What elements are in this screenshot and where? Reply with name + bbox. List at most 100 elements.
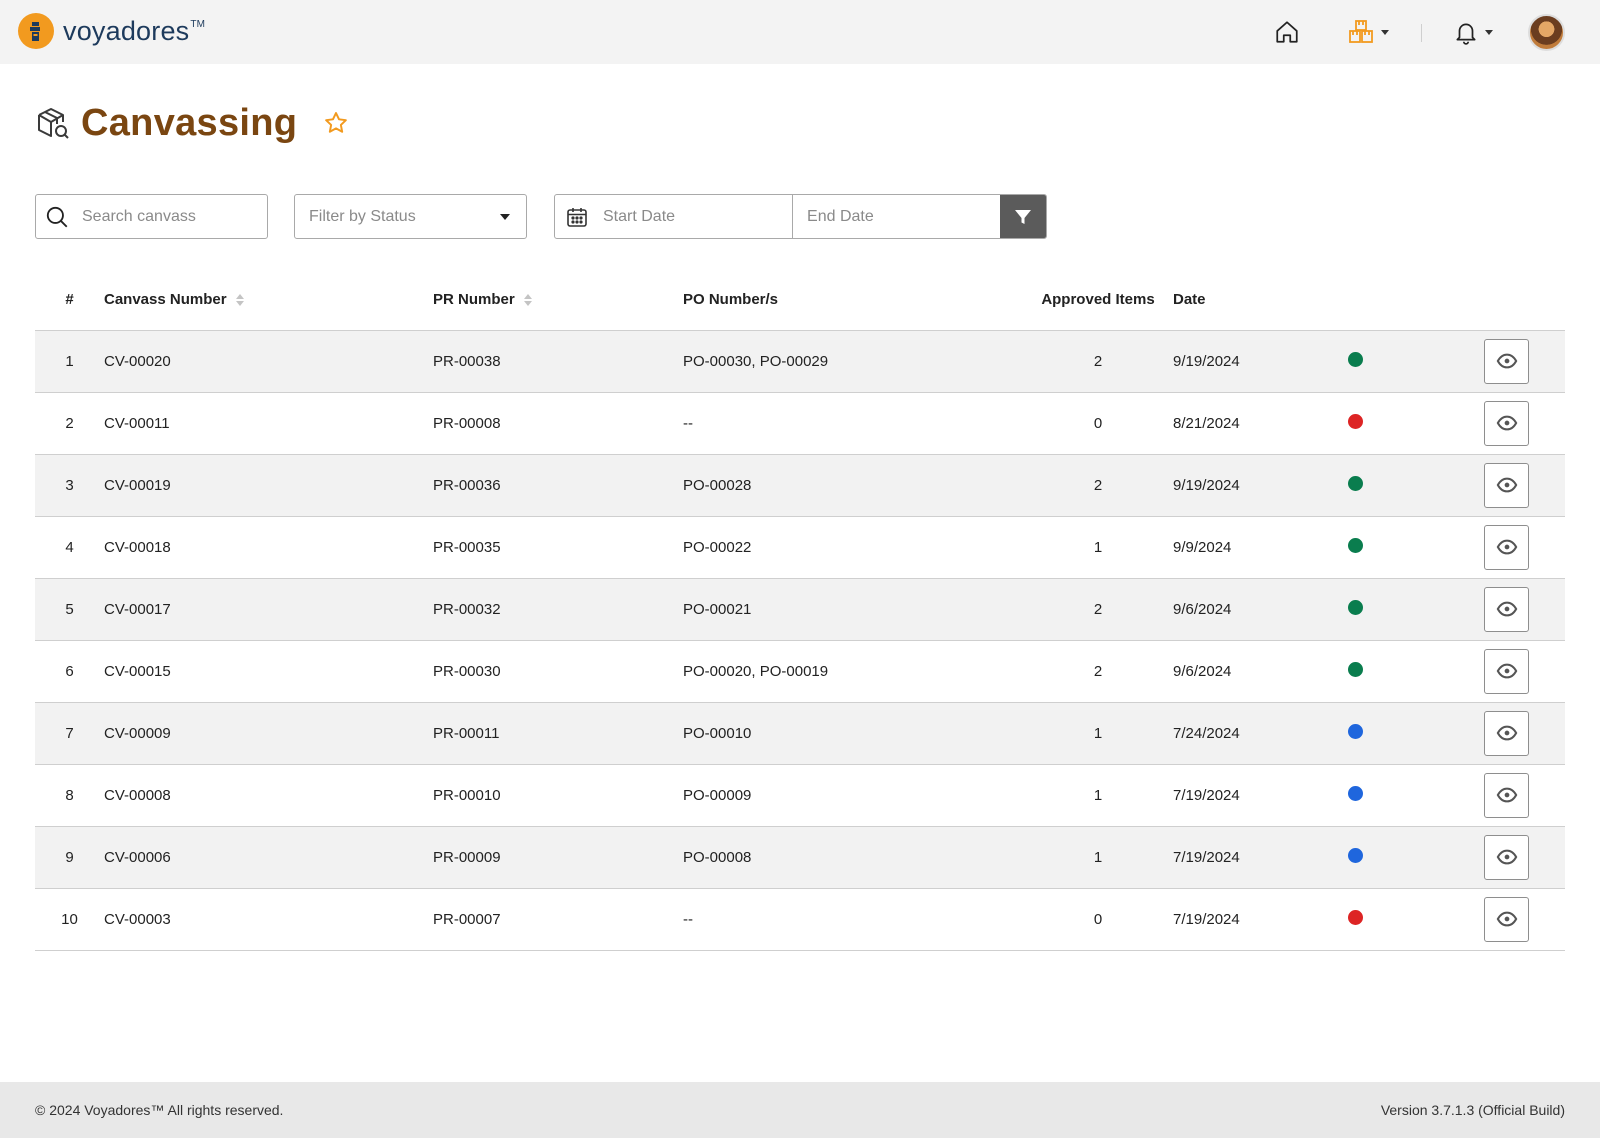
end-date-input[interactable] (807, 207, 988, 226)
eye-icon (1496, 415, 1517, 431)
view-button[interactable] (1484, 896, 1529, 942)
page-footer: © 2024 Voyadores™ All rights reserved. V… (0, 1082, 1600, 1138)
eye-icon (1496, 787, 1517, 803)
status-dot (1348, 661, 1363, 677)
user-avatar[interactable] (1528, 14, 1565, 51)
po-numbers: PO-00009 (683, 764, 1023, 827)
header-pr-number[interactable]: PR Number (433, 270, 683, 331)
row-number: 10 (35, 888, 104, 951)
table-row[interactable]: 5 CV-00017 PR-00032 PO-00021 2 9/6/2024 (35, 578, 1565, 641)
calendar-icon[interactable] (565, 205, 589, 229)
header-canvass-number[interactable]: Canvass Number (104, 270, 433, 331)
approved-items: 2 (1023, 330, 1173, 393)
status-dot (1348, 847, 1363, 863)
status-dot (1348, 351, 1363, 367)
eye-icon (1496, 911, 1517, 927)
approved-items: 2 (1023, 640, 1173, 703)
eye-icon (1496, 663, 1517, 679)
po-numbers: PO-00028 (683, 454, 1023, 517)
voyadores-logo-icon[interactable] (18, 13, 54, 49)
status-cell (1348, 702, 1460, 765)
table-row[interactable]: 10 CV-00003 PR-00007 -- 0 7/19/2024 (35, 888, 1565, 951)
status-cell (1348, 578, 1460, 641)
row-number: 3 (35, 454, 104, 517)
home-button[interactable] (1270, 16, 1304, 48)
po-numbers: -- (683, 888, 1023, 951)
table-row[interactable]: 3 CV-00019 PR-00036 PO-00028 2 9/19/2024 (35, 454, 1565, 517)
canvass-number: CV-00006 (104, 826, 433, 889)
canvass-date: 9/19/2024 (1173, 454, 1353, 517)
table-row[interactable]: 4 CV-00018 PR-00035 PO-00022 1 9/9/2024 (35, 516, 1565, 579)
search-field[interactable] (35, 194, 268, 239)
eye-icon (1496, 601, 1517, 617)
action-cell (1460, 578, 1565, 641)
page-title: Canvassing (81, 101, 298, 144)
favorite-star-icon[interactable] (323, 110, 349, 136)
status-dot (1348, 909, 1363, 925)
table-body: 1 CV-00020 PR-00038 PO-00030, PO-00029 2 9/19… (35, 330, 1565, 951)
row-number: 2 (35, 392, 104, 455)
start-date-field[interactable] (555, 195, 794, 238)
chevron-down-icon (1485, 29, 1493, 35)
box-search-icon (38, 108, 69, 139)
inventory-menu-button[interactable] (1343, 16, 1393, 48)
canvass-date: 8/21/2024 (1173, 392, 1353, 455)
chevron-down-icon (1381, 29, 1389, 35)
bell-icon (1456, 23, 1476, 45)
apply-filter-button[interactable] (1000, 195, 1046, 238)
notifications-button[interactable] (1450, 16, 1496, 48)
table-row[interactable]: 9 CV-00006 PR-00009 PO-00008 1 7/19/2024 (35, 826, 1565, 889)
table-row[interactable]: 2 CV-00011 PR-00008 -- 0 8/21/2024 (35, 392, 1565, 455)
pr-number: PR-00007 (433, 888, 683, 951)
search-input[interactable] (82, 207, 252, 226)
po-numbers: PO-00030, PO-00029 (683, 330, 1023, 393)
eye-icon (1496, 849, 1517, 865)
home-icon (1276, 21, 1298, 43)
pr-number: PR-00038 (433, 330, 683, 393)
brand-name: voyadoresTM (63, 16, 206, 46)
approved-items: 1 (1023, 826, 1173, 889)
status-dot (1348, 599, 1363, 615)
pr-number: PR-00032 (433, 578, 683, 641)
start-date-input[interactable] (603, 207, 773, 226)
status-dot (1348, 785, 1363, 801)
canvass-date: 9/6/2024 (1173, 578, 1353, 641)
action-cell (1460, 888, 1565, 951)
canvass-date: 7/19/2024 (1173, 826, 1353, 889)
view-button[interactable] (1484, 400, 1529, 446)
view-button[interactable] (1484, 648, 1529, 694)
view-button[interactable] (1484, 462, 1529, 508)
end-date-field[interactable] (793, 195, 1000, 238)
view-button[interactable] (1484, 586, 1529, 632)
view-button[interactable] (1484, 772, 1529, 818)
canvass-number: CV-00008 (104, 764, 433, 827)
action-cell (1460, 330, 1565, 393)
view-button[interactable] (1484, 524, 1529, 570)
canvass-date: 7/19/2024 (1173, 888, 1353, 951)
action-cell (1460, 764, 1565, 827)
table-row[interactable]: 8 CV-00008 PR-00010 PO-00009 1 7/19/2024 (35, 764, 1565, 827)
sort-icon[interactable] (235, 293, 245, 307)
status-cell (1348, 640, 1460, 703)
status-dot (1348, 537, 1363, 553)
canvass-date: 7/24/2024 (1173, 702, 1353, 765)
view-button[interactable] (1484, 338, 1529, 384)
canvass-number: CV-00017 (104, 578, 433, 641)
funnel-icon (1015, 209, 1032, 224)
status-cell (1348, 330, 1460, 393)
canvass-date: 9/9/2024 (1173, 516, 1353, 579)
canvass-table: # Canvass Number PR Number PO Number/s A… (35, 270, 1565, 951)
table-row[interactable]: 1 CV-00020 PR-00038 PO-00030, PO-00029 2 9/19… (35, 330, 1565, 393)
view-button[interactable] (1484, 710, 1529, 756)
header-num: # (35, 270, 104, 331)
status-filter-select[interactable]: Filter by Status (294, 194, 527, 239)
table-row[interactable]: 6 CV-00015 PR-00030 PO-00020, PO-00019 2 9/6/… (35, 640, 1565, 703)
header-status (1353, 270, 1460, 331)
view-button[interactable] (1484, 834, 1529, 880)
status-cell (1348, 516, 1460, 579)
pr-number: PR-00035 (433, 516, 683, 579)
status-dot (1348, 723, 1363, 739)
table-row[interactable]: 7 CV-00009 PR-00011 PO-00010 1 7/24/2024 (35, 702, 1565, 765)
sort-icon[interactable] (523, 293, 533, 307)
action-cell (1460, 516, 1565, 579)
